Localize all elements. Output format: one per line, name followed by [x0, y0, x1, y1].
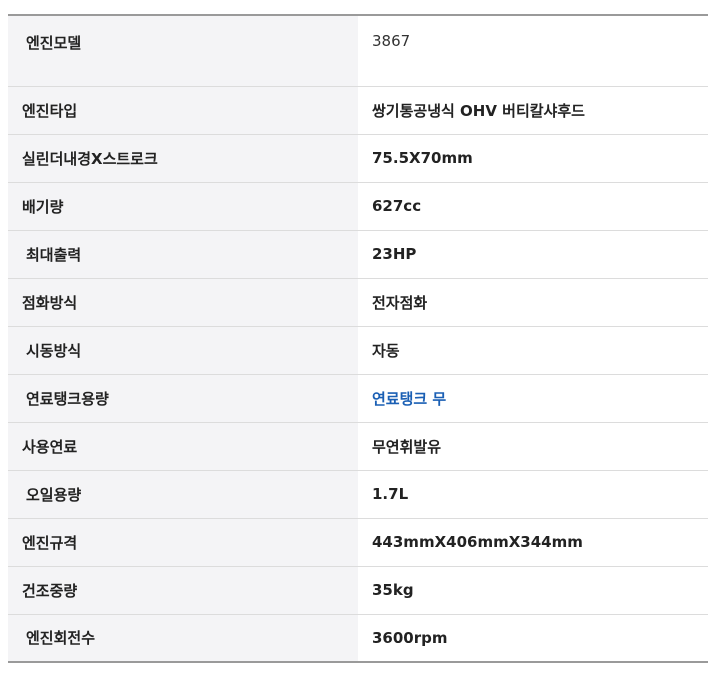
- spec-label: 실린더내경X스트로크: [8, 134, 358, 183]
- spec-label: 연료탱크용량: [8, 374, 358, 423]
- spec-row-dimensions: 엔진규격 443mmX406mmX344mm: [8, 518, 708, 567]
- spec-label: 시동방식: [8, 326, 358, 375]
- spec-value: 75.5X70mm: [358, 134, 708, 183]
- spec-value: 443mmX406mmX344mm: [358, 518, 708, 567]
- spec-value: 전자점화: [358, 278, 708, 327]
- spec-value: 1.7L: [358, 470, 708, 519]
- spec-row-displacement: 배기량 627cc: [8, 182, 708, 231]
- spec-label: 엔진모델: [8, 15, 358, 87]
- spec-row-engine-type: 엔진타입 쌍기통공냉식 OHV 버티칼샤후드: [8, 86, 708, 135]
- spec-row-starting: 시동방식 자동: [8, 326, 708, 375]
- spec-row-max-output: 최대출력 23HP: [8, 230, 708, 279]
- spec-label: 최대출력: [8, 230, 358, 279]
- spec-label: 배기량: [8, 182, 358, 231]
- spec-label: 엔진회전수: [8, 614, 358, 663]
- spec-value: 무연휘발유: [358, 422, 708, 471]
- fuel-tank-link[interactable]: 연료탱크 무: [358, 374, 708, 423]
- spec-value: 3600rpm: [358, 614, 708, 663]
- spec-label: 사용연료: [8, 422, 358, 471]
- spec-row-rpm: 엔진회전수 3600rpm: [8, 614, 708, 663]
- spec-value: 23HP: [358, 230, 708, 279]
- spec-label: 건조중량: [8, 566, 358, 615]
- spec-value: 3867: [358, 15, 708, 87]
- spec-table: 엔진모델 3867 엔진타입 쌍기통공냉식 OHV 버티칼샤후드 실린더내경X스…: [8, 14, 708, 663]
- spec-label: 엔진타입: [8, 86, 358, 135]
- spec-row-oil: 오일용량 1.7L: [8, 470, 708, 519]
- spec-row-ignition: 점화방식 전자점화: [8, 278, 708, 327]
- spec-value: 35kg: [358, 566, 708, 615]
- spec-value: 자동: [358, 326, 708, 375]
- spec-label: 점화방식: [8, 278, 358, 327]
- spec-label: 오일용량: [8, 470, 358, 519]
- spec-row-fuel: 사용연료 무연휘발유: [8, 422, 708, 471]
- spec-row-fuel-tank: 연료탱크용량 연료탱크 무: [8, 374, 708, 423]
- spec-value: 쌍기통공냉식 OHV 버티칼샤후드: [358, 86, 708, 135]
- spec-value: 627cc: [358, 182, 708, 231]
- spec-row-engine-model: 엔진모델 3867: [8, 15, 708, 87]
- spec-row-bore-stroke: 실린더내경X스트로크 75.5X70mm: [8, 134, 708, 183]
- spec-label: 엔진규격: [8, 518, 358, 567]
- spec-row-dry-weight: 건조중량 35kg: [8, 566, 708, 615]
